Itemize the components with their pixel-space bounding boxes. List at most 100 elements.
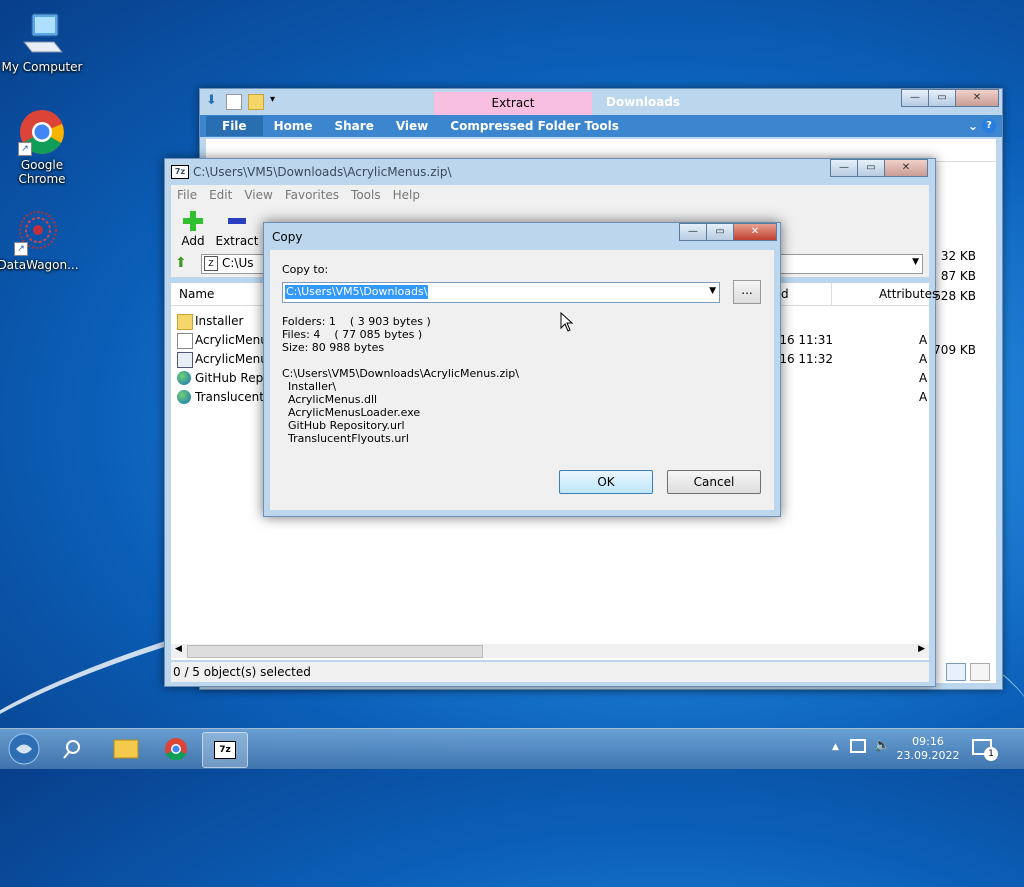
file-entry: AcrylicMenus.dll — [288, 393, 378, 406]
menu-tools[interactable]: Tools — [345, 188, 387, 202]
ribbon-tab-view[interactable]: View — [385, 119, 439, 133]
back-arrow-icon[interactable]: ⬇ — [206, 94, 220, 108]
desktop-icon-my-computer[interactable]: My Computer — [0, 10, 84, 74]
taskbar: 7z ▲ 🔈 09:16 23.09.2022 1 — [0, 728, 1024, 769]
dialog-caption-buttons: — ▭ ✕ — [679, 223, 777, 241]
minimize-button[interactable]: — — [901, 89, 929, 107]
menu-help[interactable]: Help — [387, 188, 426, 202]
destination-combobox[interactable]: C:\Users\VM5\Downloads\ ▼ — [282, 282, 720, 303]
folders-stat: Folders: 1 ( 3 903 bytes ) — [282, 315, 431, 328]
maximize-button[interactable]: ▭ — [928, 89, 956, 107]
shortcut-arrow-icon: ↗ — [18, 142, 32, 156]
file-size: 32 KB — [940, 249, 976, 263]
combobox-dropdown-icon[interactable]: ▼ — [709, 286, 716, 296]
extract-label: Extract — [215, 234, 259, 248]
address-value: C:\Us — [222, 256, 254, 270]
minimize-button[interactable]: — — [679, 223, 707, 241]
dll-file-icon — [177, 333, 193, 349]
status-bar: 0 / 5 object(s) selected — [171, 662, 929, 682]
taskbar-explorer[interactable] — [104, 732, 148, 766]
file-size: 628 KB — [933, 289, 976, 303]
action-center-button[interactable]: 1 — [972, 739, 998, 761]
plus-icon — [181, 210, 205, 232]
sevenzip-logo-icon: 7z — [171, 165, 189, 179]
folder-icon — [177, 314, 193, 330]
menu-edit[interactable]: Edit — [203, 188, 238, 202]
copy-dialog[interactable]: Copy — ▭ ✕ Copy to: C:\Users\VM5\Downloa… — [263, 222, 781, 517]
explorer-ribbon: File Home Share View Compressed Folder T… — [200, 115, 1002, 137]
extract-button[interactable]: Extract — [215, 210, 259, 251]
menu-view[interactable]: View — [238, 188, 278, 202]
clock-time: 09:16 — [912, 735, 944, 748]
quick-access-toolbar: ⬇ ▾ — [206, 94, 284, 110]
globe-icon — [177, 371, 191, 385]
scrollbar-thumb[interactable] — [187, 645, 483, 658]
dropdown-icon[interactable]: ▾ — [270, 94, 284, 108]
start-button[interactable] — [4, 732, 48, 766]
ribbon-tab-file[interactable]: File — [206, 116, 263, 136]
taskbar-chrome[interactable] — [154, 732, 198, 766]
horizontal-scrollbar[interactable]: ◀ ▶ — [171, 644, 929, 658]
explorer-title: Downloads — [606, 95, 681, 109]
add-button[interactable]: Add — [171, 210, 215, 251]
column-name[interactable]: Name — [179, 287, 214, 301]
destination-path-value: C:\Users\VM5\Downloads\ — [285, 285, 429, 299]
menu-favorites[interactable]: Favorites — [279, 188, 345, 202]
details-view-icon[interactable] — [946, 663, 966, 681]
desktop-icon-label: Google Chrome — [18, 158, 66, 186]
size-stat: Size: 80 988 bytes — [282, 341, 385, 354]
scroll-left-icon[interactable]: ◀ — [175, 644, 182, 654]
sevenzip-caption-buttons: — ▭ ✕ — [830, 159, 928, 177]
search-button[interactable] — [54, 732, 98, 766]
computer-icon — [18, 10, 66, 58]
desktop-icon-chrome[interactable]: ↗ Google Chrome — [0, 108, 84, 186]
taskbar-7zip[interactable]: 7z — [202, 732, 248, 768]
file-entry: Installer\ — [288, 380, 337, 393]
desktop-icon-datawagon[interactable]: ↗ DataWagon... — [0, 208, 80, 272]
clock-date: 23.09.2022 — [896, 749, 960, 762]
up-folder-icon[interactable]: ⬆ — [175, 255, 187, 271]
volume-icon[interactable]: 🔈 — [874, 738, 890, 753]
ribbon-tab-share[interactable]: Share — [324, 119, 385, 133]
mouse-cursor-icon — [560, 311, 574, 335]
ribbon-tab-home[interactable]: Home — [263, 119, 324, 133]
properties-icon[interactable] — [226, 94, 242, 110]
sevenzip-titlebar[interactable]: 7z C:\Users\VM5\Downloads\AcrylicMenus.z… — [165, 159, 935, 185]
exe-file-icon — [177, 352, 193, 368]
close-button[interactable]: ✕ — [955, 89, 999, 107]
browse-button[interactable]: ... — [733, 280, 761, 304]
close-button[interactable]: ✕ — [884, 159, 928, 177]
ribbon-collapse-icon[interactable]: ⌄ — [964, 119, 982, 133]
ribbon-tab-compressed-tools[interactable]: Compressed Folder Tools — [439, 119, 630, 133]
extract-context-tab[interactable]: Extract — [434, 92, 592, 115]
close-button[interactable]: ✕ — [733, 223, 777, 241]
dialog-body: Copy to: C:\Users\VM5\Downloads\ ▼ ... F… — [270, 250, 774, 510]
file-entry: TranslucentFlyouts.url — [288, 432, 409, 445]
clock[interactable]: 09:16 23.09.2022 — [892, 735, 964, 763]
menu-file[interactable]: File — [171, 188, 203, 202]
column-attributes[interactable]: Attributes — [879, 287, 938, 301]
cancel-button[interactable]: Cancel — [667, 470, 761, 494]
minimize-button[interactable]: — — [830, 159, 858, 177]
explorer-titlebar[interactable]: ⬇ ▾ Extract Downloads — ▭ ✕ — [200, 89, 1002, 115]
help-icon[interactable]: ? — [982, 119, 996, 133]
show-hidden-icons[interactable]: ▲ — [832, 742, 839, 752]
address-dropdown-icon[interactable]: ▼ — [912, 257, 919, 267]
globe-icon — [177, 390, 191, 404]
dialog-titlebar[interactable]: Copy — ▭ ✕ — [264, 223, 780, 249]
shortcut-arrow-icon: ↗ — [14, 242, 28, 256]
maximize-button[interactable]: ▭ — [857, 159, 885, 177]
sevenzip-title: C:\Users\VM5\Downloads\AcrylicMenus.zip\ — [193, 165, 452, 179]
new-folder-icon[interactable] — [248, 94, 264, 110]
minus-icon — [225, 210, 249, 232]
network-icon[interactable] — [850, 739, 866, 753]
scroll-right-icon[interactable]: ▶ — [918, 644, 925, 654]
add-label: Add — [181, 234, 205, 248]
ok-button[interactable]: OK — [559, 470, 653, 494]
maximize-button[interactable]: ▭ — [706, 223, 734, 241]
archive-path: C:\Users\VM5\Downloads\AcrylicMenus.zip\ — [282, 367, 519, 380]
column-modified[interactable]: d — [781, 287, 789, 301]
large-icons-view-icon[interactable] — [970, 663, 990, 681]
dialog-title: Copy — [272, 230, 303, 244]
file-entry: GitHub Repository.url — [288, 419, 405, 432]
